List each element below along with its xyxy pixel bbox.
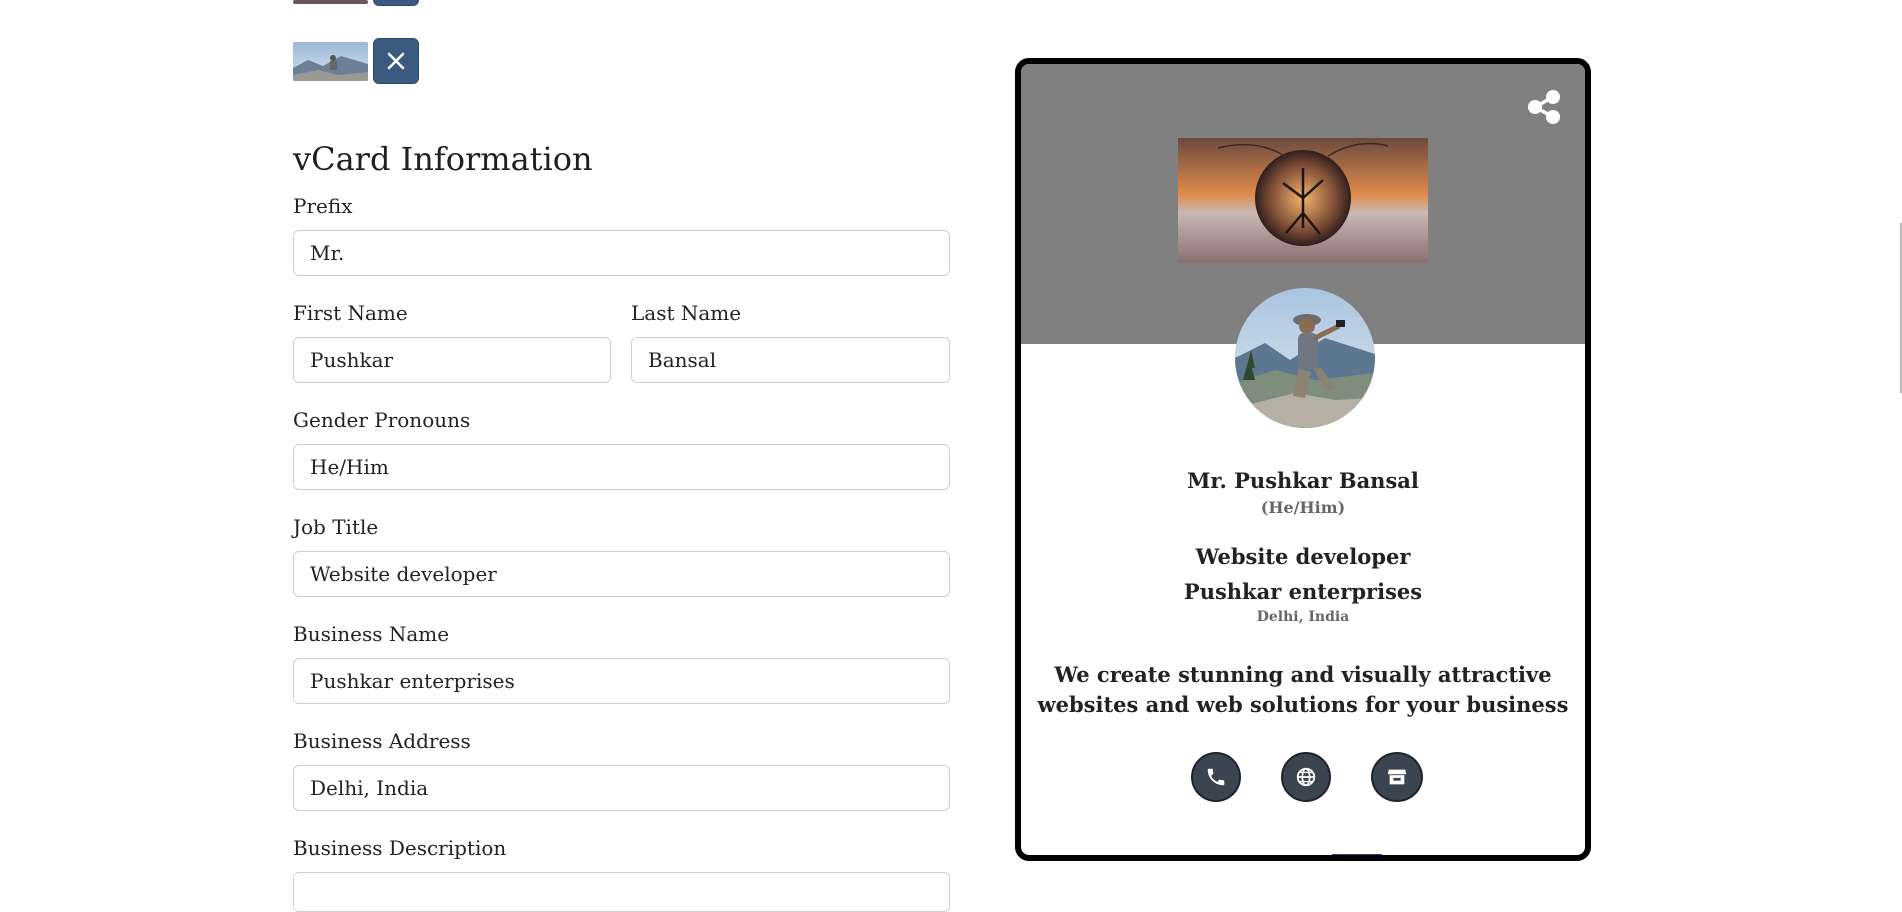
business-name-label: Business Name: [293, 622, 450, 646]
close-icon: [387, 52, 405, 70]
business-description-input[interactable]: [293, 872, 950, 912]
job-title-input[interactable]: [293, 551, 950, 597]
call-button[interactable]: [1191, 752, 1241, 802]
preview-pronouns: (He/Him): [1260, 498, 1346, 517]
website-button[interactable]: [1281, 752, 1331, 802]
preview-business-name: Pushkar enterprises: [1183, 579, 1423, 604]
business-name-input[interactable]: [293, 658, 950, 704]
last-name-input[interactable]: [631, 337, 950, 383]
remove-image-button[interactable]: [373, 38, 419, 84]
social-icon[interactable]: [1332, 854, 1382, 855]
gender-pronouns-label: Gender Pronouns: [293, 408, 471, 432]
prefix-input[interactable]: [293, 230, 950, 276]
preview-address: Delhi, India: [1256, 609, 1350, 625]
job-title-label: Job Title: [293, 515, 379, 539]
business-description-label: Business Description: [293, 836, 507, 860]
social-icon[interactable]: [1234, 856, 1280, 861]
cover-image: [1178, 138, 1428, 263]
image-thumbnail: [293, 42, 368, 81]
store-icon: [1387, 769, 1407, 785]
share-icon[interactable]: [1525, 88, 1563, 126]
store-button[interactable]: [1371, 752, 1423, 802]
business-address-input[interactable]: [293, 765, 950, 811]
globe-icon: [1296, 767, 1316, 787]
first-name-label: First Name: [293, 301, 408, 325]
scrollbar[interactable]: [1885, 0, 1902, 885]
preview-name: Mr. Pushkar Bansal: [1187, 468, 1419, 493]
first-name-input[interactable]: [293, 337, 611, 383]
preview-description: We create stunning and visually attracti…: [1037, 662, 1569, 717]
phone-icon: [1207, 768, 1225, 786]
preview-job-title: Website developer: [1195, 544, 1411, 569]
section-title: vCard Information: [293, 140, 593, 178]
avatar: [1235, 288, 1375, 428]
gender-pronouns-input[interactable]: [293, 444, 950, 490]
prefix-label: Prefix: [293, 194, 353, 218]
last-name-label: Last Name: [631, 301, 742, 325]
remove-image-button[interactable]: [373, 0, 419, 6]
business-address-label: Business Address: [293, 729, 471, 753]
vcard-preview: Mr. Pushkar Bansal (He/Him) Website deve…: [1015, 58, 1591, 861]
image-thumbnail: [293, 0, 368, 4]
